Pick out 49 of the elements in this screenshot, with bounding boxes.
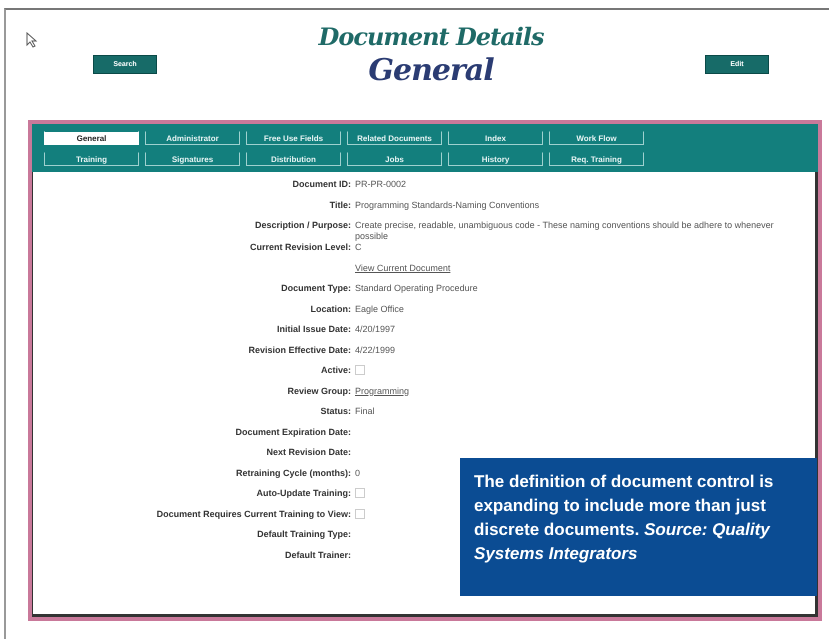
field-label: Title:: [328, 200, 351, 212]
field-value: PR-PR-0002: [355, 179, 406, 191]
field-label: Document Type:: [280, 283, 351, 295]
field-value: 4/20/1997: [355, 324, 396, 336]
tab[interactable]: History: [448, 152, 543, 166]
field-label: Initial Issue Date:: [276, 324, 351, 336]
link[interactable]: Programming: [355, 386, 410, 396]
field-label: Next Revision Date:: [265, 447, 351, 459]
field-label: Current Revision Level:: [248, 242, 351, 254]
field-value: C: [355, 242, 362, 254]
tab[interactable]: Administrator: [145, 131, 240, 145]
field-label: Auto-Update Training:: [256, 488, 351, 500]
field-label: Location:: [310, 304, 351, 316]
link[interactable]: View Current Document: [355, 262, 450, 274]
field-value: Programming Standards-Naming Conventions: [355, 200, 540, 212]
tab[interactable]: General: [44, 131, 139, 145]
field-label: Review Group:: [286, 386, 351, 398]
caption: The definition of document control is expanding to include more than just discrete documents. Source: Quality Systems Integrators: [460, 458, 817, 596]
field-label: Document ID:: [292, 179, 351, 191]
field-label: Revision Effective Date:: [247, 344, 351, 356]
page-subtitle: General: [368, 53, 494, 88]
field-value: Standard Operating Procedure: [355, 283, 478, 295]
field-label: Document Requires Current Training to View:: [156, 508, 351, 521]
field-value: 4/22/1999: [355, 344, 396, 356]
tab[interactable]: Distribution: [246, 152, 341, 166]
field-value: Eagle Office: [355, 304, 404, 316]
field-value: 0: [355, 468, 360, 480]
tab[interactable]: Work Flow: [549, 131, 644, 145]
tab[interactable]: Index: [448, 131, 543, 145]
tab[interactable]: Jobs: [347, 152, 442, 166]
tab[interactable]: Related Documents: [347, 131, 442, 145]
tab[interactable]: Training: [44, 152, 139, 166]
field-label: Retraining Cycle (months):: [234, 468, 351, 480]
page-title: Document Details: [318, 22, 544, 51]
tab[interactable]: Signatures: [145, 152, 240, 166]
tab[interactable]: Free Use Fields: [246, 131, 341, 145]
field-label: Status:: [319, 406, 351, 418]
checkbox[interactable]: [355, 508, 365, 518]
tab[interactable]: Req. Training: [549, 152, 644, 166]
field-value: Create precise, readable, unambiguous code - These naming conventions should be adhere to whenever possible: [355, 220, 775, 242]
field-label: Document Expiration Date:: [234, 426, 351, 439]
cursor-icon: [26, 32, 38, 48]
field-label: Description / Purpose:: [254, 220, 351, 232]
field-label: Active:: [320, 365, 351, 377]
checkbox[interactable]: [355, 365, 365, 375]
field-label: Default Training Type:: [256, 529, 351, 541]
checkbox[interactable]: [355, 488, 365, 498]
field-label: Default Trainer:: [284, 550, 351, 562]
field-value: Final: [355, 406, 375, 418]
